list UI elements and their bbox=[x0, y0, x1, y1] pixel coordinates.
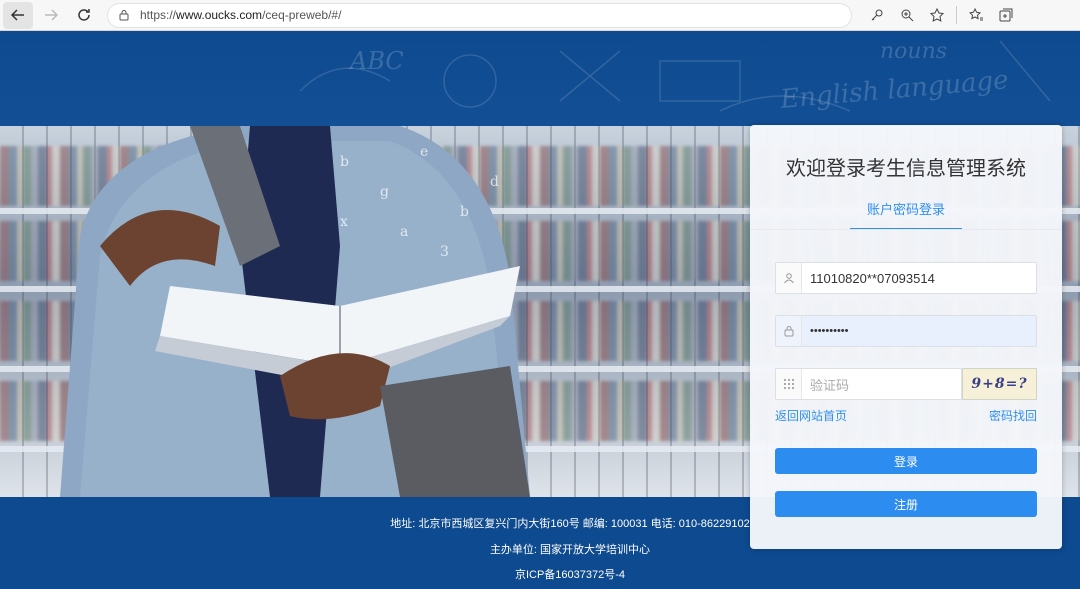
recover-password-link[interactable]: 密码找回 bbox=[989, 407, 1037, 424]
tab-divider bbox=[750, 229, 1062, 230]
lock-icon bbox=[776, 316, 802, 346]
svg-text:a: a bbox=[400, 224, 408, 240]
back-home-link[interactable]: 返回网站首页 bbox=[775, 407, 847, 424]
captcha-field[interactable]: 验证码 bbox=[775, 368, 962, 400]
login-panel: 欢迎登录考生信息管理系统 账户密码登录 11010820**07093514 •… bbox=[750, 125, 1062, 549]
footer-icp: 京ICP备16037372号-4 bbox=[514, 569, 626, 581]
user-icon bbox=[776, 263, 802, 293]
back-icon[interactable] bbox=[3, 1, 33, 29]
password-field[interactable]: •••••••••• bbox=[775, 315, 1037, 347]
forward-icon[interactable] bbox=[36, 2, 66, 29]
zoom-icon[interactable] bbox=[892, 2, 922, 29]
lock-icon[interactable] bbox=[118, 9, 130, 21]
browser-toolbar: https://www.oucks.com/ceq-preweb/#/ bbox=[0, 0, 1080, 31]
svg-text:3: 3 bbox=[440, 244, 449, 260]
tab-account-password-login[interactable]: 账户密码登录 bbox=[850, 199, 962, 230]
captcha-placeholder: 验证码 bbox=[810, 377, 850, 393]
svg-text:e: e bbox=[420, 144, 428, 160]
svg-text:b: b bbox=[340, 154, 349, 170]
login-page: ABC English language nouns b g e b a d x… bbox=[0, 31, 1080, 589]
svg-text:g: g bbox=[380, 184, 389, 200]
add-favorite-icon[interactable] bbox=[922, 2, 952, 29]
header-banner: ABC English language nouns bbox=[0, 31, 1080, 126]
username-field[interactable]: 11010820**07093514 bbox=[775, 262, 1037, 294]
captcha-image[interactable]: 9+8=? bbox=[962, 368, 1037, 400]
login-title: 欢迎登录考生信息管理系统 bbox=[786, 158, 1026, 180]
svg-text:b: b bbox=[460, 204, 469, 220]
address-bar[interactable]: https://www.oucks.com/ceq-preweb/#/ bbox=[107, 2, 852, 28]
svg-text:d: d bbox=[490, 174, 499, 190]
student-reading-illustration: b g e b a d x 3 bbox=[60, 126, 530, 497]
key-icon[interactable] bbox=[862, 2, 892, 29]
url-prefix: https:// bbox=[140, 8, 177, 22]
captcha-grid-icon bbox=[776, 369, 802, 399]
chalk-doodles bbox=[299, 40, 1051, 112]
svg-text:x: x bbox=[340, 214, 348, 230]
username-value: 11010820**07093514 bbox=[810, 270, 935, 286]
collections-icon[interactable] bbox=[991, 2, 1021, 29]
url-host: www.oucks.com bbox=[176, 8, 263, 22]
refresh-icon[interactable] bbox=[69, 2, 99, 29]
url-path: /ceq-preweb/#/ bbox=[262, 8, 342, 22]
password-value: •••••••••• bbox=[810, 325, 849, 337]
login-button[interactable]: 登录 bbox=[775, 448, 1037, 474]
favorites-icon[interactable] bbox=[961, 2, 991, 29]
register-button[interactable]: 注册 bbox=[775, 491, 1037, 517]
